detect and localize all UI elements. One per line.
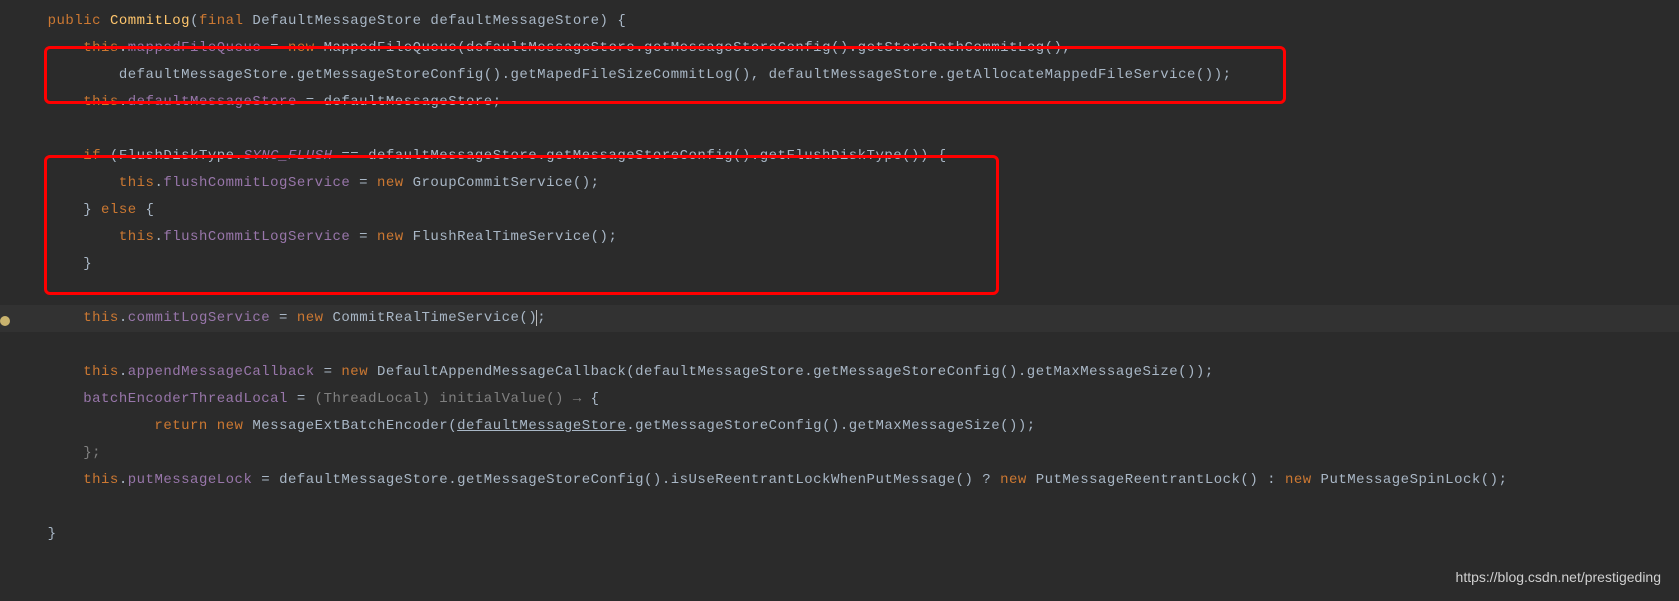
code-line: } [12, 521, 1679, 548]
code-line: this.flushCommitLogService = new GroupCo… [12, 170, 1679, 197]
code-line: } else { [12, 197, 1679, 224]
code-line-current: this.commitLogService = new CommitRealTi… [12, 305, 1679, 332]
code-line: }; [12, 440, 1679, 467]
code-line: batchEncoderThreadLocal = (ThreadLocal) … [12, 386, 1679, 413]
code-line: public CommitLog(final DefaultMessageSto… [12, 8, 1679, 35]
code-line: this.defaultMessageStore = defaultMessag… [12, 89, 1679, 116]
code-line-blank [12, 278, 1679, 305]
code-line-blank [12, 116, 1679, 143]
gutter-marker [0, 316, 10, 326]
code-editor[interactable]: public CommitLog(final DefaultMessageSto… [0, 0, 1679, 548]
code-line-blank [12, 494, 1679, 521]
code-line: this.mappedFileQueue = new MappedFileQue… [12, 35, 1679, 62]
code-line: return new MessageExtBatchEncoder(defaul… [12, 413, 1679, 440]
code-line: } [12, 251, 1679, 278]
code-line: this.flushCommitLogService = new FlushRe… [12, 224, 1679, 251]
code-line: if (FlushDiskType.SYNC_FLUSH == defaultM… [12, 143, 1679, 170]
code-line: this.appendMessageCallback = new Default… [12, 359, 1679, 386]
code-line: this.putMessageLock = defaultMessageStor… [12, 467, 1679, 494]
code-line: defaultMessageStore.getMessageStoreConfi… [12, 62, 1679, 89]
watermark-text: https://blog.csdn.net/prestigeding [1456, 564, 1661, 591]
code-line-blank [12, 332, 1679, 359]
